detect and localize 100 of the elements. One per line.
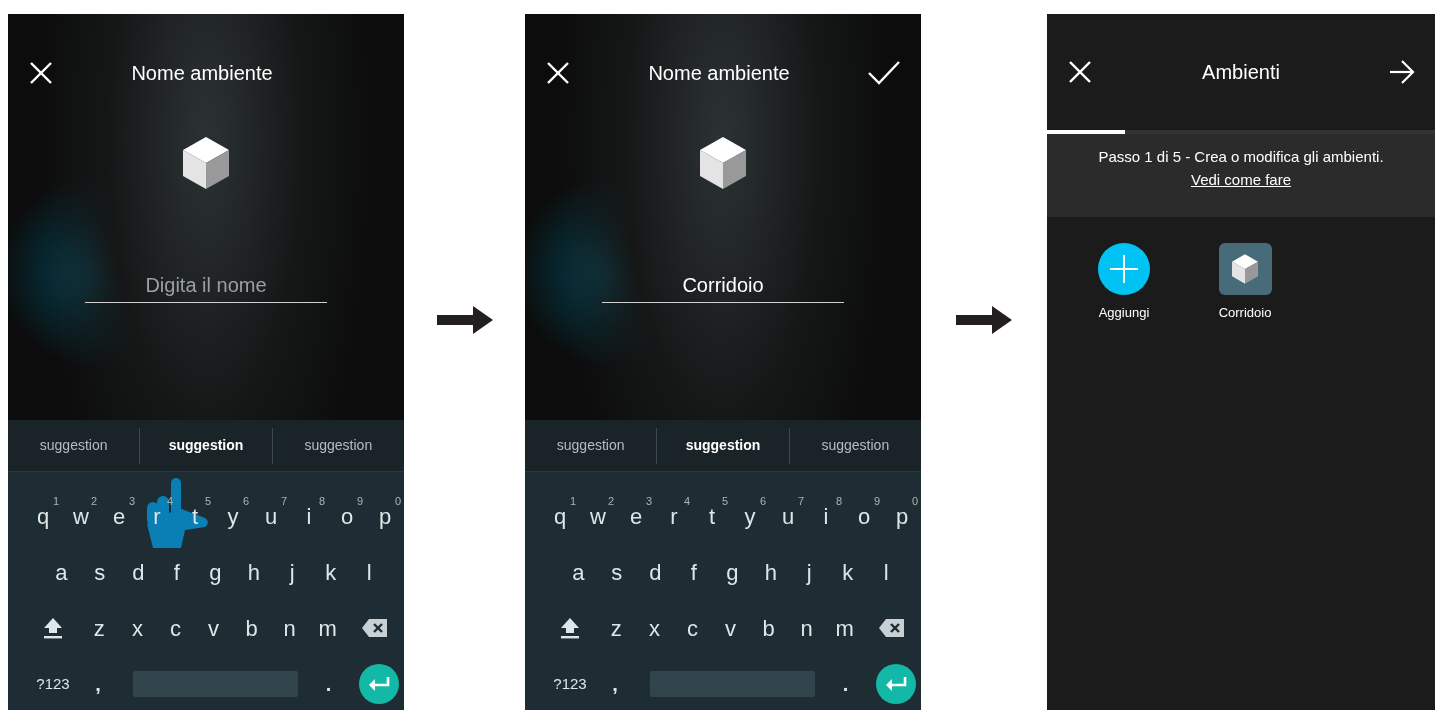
backspace-icon: [879, 618, 906, 638]
item-label: Aggiungi: [1098, 304, 1150, 322]
key-hint: 1: [569, 494, 576, 509]
close-icon[interactable]: [1067, 59, 1093, 85]
close-icon[interactable]: [545, 60, 571, 86]
shift-icon: [42, 617, 63, 639]
enter-button[interactable]: [876, 664, 916, 704]
keyboard-key[interactable]: f: [157, 544, 196, 600]
keyboard-key[interactable]: l: [350, 544, 389, 600]
keyboard-key[interactable]: g: [196, 544, 235, 600]
keyboard-key[interactable]: j: [790, 544, 829, 600]
keyboard-key[interactable]: o 9: [845, 488, 883, 544]
keyboard-key[interactable]: c: [673, 600, 712, 656]
keyboard-key[interactable]: k: [828, 544, 867, 600]
key-hint: 2: [90, 494, 97, 509]
enter-icon: [368, 676, 390, 692]
screen-title: Nome ambiente: [131, 61, 273, 86]
keyboard-key[interactable]: p 0: [883, 488, 921, 544]
keyboard-key[interactable]: z: [80, 600, 119, 656]
period-key[interactable]: .: [298, 656, 359, 710]
keyboard-key[interactable]: t 5: [693, 488, 731, 544]
keyboard-key[interactable]: d: [636, 544, 675, 600]
arrow-icon: [436, 306, 493, 334]
suggestion[interactable]: suggestion: [656, 427, 789, 464]
keyboard-key[interactable]: k: [311, 544, 350, 600]
suggestion[interactable]: suggestion: [8, 427, 140, 464]
room-tile[interactable]: [1218, 243, 1272, 295]
check-icon[interactable]: [867, 60, 901, 86]
keyboard-key[interactable]: j: [273, 544, 312, 600]
keyboard-key[interactable]: i 8: [807, 488, 845, 544]
suggestion[interactable]: suggestion: [788, 427, 921, 464]
keyboard-key[interactable]: b: [749, 600, 788, 656]
keyboard-key[interactable]: d: [119, 544, 158, 600]
keyboard-key[interactable]: b: [232, 600, 271, 656]
backspace-icon: [362, 618, 389, 638]
help-link[interactable]: Vedi come fare: [1190, 168, 1292, 191]
keyboard-key[interactable]: u 7: [252, 488, 290, 544]
key-hint: 3: [645, 494, 652, 509]
keyboard-key[interactable]: q 1: [24, 488, 62, 544]
keyboard-key[interactable]: n: [270, 600, 309, 656]
keyboard-key[interactable]: p 0: [366, 488, 404, 544]
key-hint: 5: [204, 494, 211, 509]
suggestion[interactable]: suggestion: [139, 427, 272, 464]
shift-icon: [559, 617, 580, 639]
keyboard-key[interactable]: m: [308, 600, 347, 656]
keyboard-key[interactable]: x: [635, 600, 674, 656]
keyboard-key[interactable]: l: [867, 544, 906, 600]
name-field[interactable]: Corridoio: [602, 271, 844, 303]
symbols-key[interactable]: ?123: [542, 656, 598, 710]
keyboard-key[interactable]: c: [156, 600, 195, 656]
enter-button[interactable]: [359, 664, 399, 704]
keyboard-key[interactable]: s: [80, 544, 119, 600]
suggestion[interactable]: suggestion: [525, 427, 657, 464]
add-button[interactable]: [1098, 243, 1150, 295]
arrow-right-icon[interactable]: [1389, 60, 1415, 84]
key-hint: 2: [607, 494, 614, 509]
keyboard-key[interactable]: v: [711, 600, 750, 656]
close-icon[interactable]: [28, 60, 54, 86]
key-hint: 8: [835, 494, 842, 509]
keyboard-key[interactable]: a: [559, 544, 598, 600]
keyboard-key[interactable]: z: [597, 600, 636, 656]
keyboard-key[interactable]: r 4: [655, 488, 693, 544]
keyboard-key[interactable]: f: [674, 544, 713, 600]
key-hint: 8: [318, 494, 325, 509]
key-hint: 6: [759, 494, 766, 509]
symbols-key[interactable]: ?123: [25, 656, 81, 710]
keyboard-key[interactable]: h: [751, 544, 790, 600]
screen-title: Nome ambiente: [648, 61, 790, 86]
keyboard-key[interactable]: w 2: [62, 488, 100, 544]
pointing-hand-icon: [145, 478, 211, 548]
keyboard-key[interactable]: n: [787, 600, 826, 656]
name-field[interactable]: Digita il nome: [85, 271, 327, 303]
keyboard-key[interactable]: q 1: [541, 488, 579, 544]
key-hint: 6: [242, 494, 249, 509]
key-hint: 0: [394, 494, 401, 509]
keyboard-key[interactable]: e 3: [617, 488, 655, 544]
keyboard-key[interactable]: s: [597, 544, 636, 600]
cube-icon: [1232, 254, 1258, 284]
period-key[interactable]: .: [815, 656, 876, 710]
keyboard-key[interactable]: g: [713, 544, 752, 600]
key-hint: 1: [52, 494, 59, 509]
cube-icon: [700, 137, 746, 189]
screen-title: Ambienti: [1202, 60, 1280, 85]
keyboard-key[interactable]: o 9: [328, 488, 366, 544]
comma-key[interactable]: ,: [598, 656, 632, 710]
keyboard-key[interactable]: v: [194, 600, 233, 656]
keyboard-key[interactable]: y 6: [731, 488, 769, 544]
comma-key[interactable]: ,: [81, 656, 115, 710]
keyboard-key[interactable]: i 8: [290, 488, 328, 544]
keyboard-key[interactable]: e 3: [100, 488, 138, 544]
suggestion[interactable]: suggestion: [271, 427, 404, 464]
step-text: Passo 1 di 5 - Crea o modifica gli ambienti.: [1098, 147, 1384, 167]
keyboard-key[interactable]: a: [42, 544, 81, 600]
keyboard-key[interactable]: w 2: [579, 488, 617, 544]
keyboard-key[interactable]: h: [234, 544, 273, 600]
keyboard-key[interactable]: x: [118, 600, 157, 656]
keyboard-key[interactable]: m: [825, 600, 864, 656]
keyboard-key[interactable]: u 7: [769, 488, 807, 544]
key-hint: 3: [128, 494, 135, 509]
keyboard-key[interactable]: y 6: [214, 488, 252, 544]
